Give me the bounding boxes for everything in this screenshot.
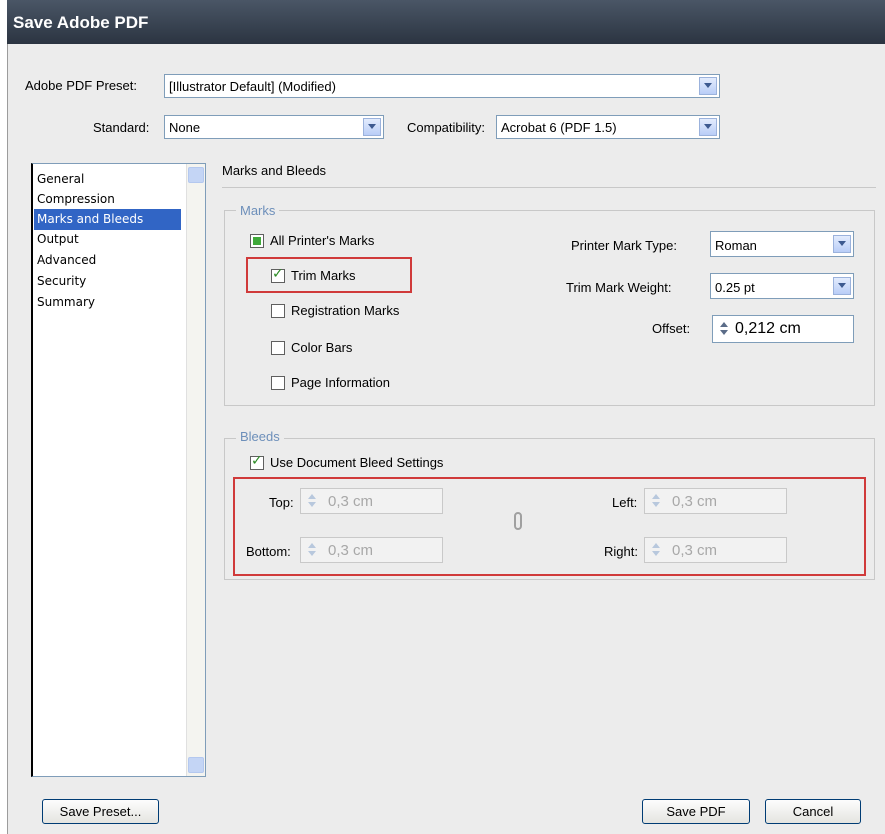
printer-mark-type-label: Printer Mark Type: xyxy=(571,238,677,253)
chevron-down-icon[interactable] xyxy=(833,277,851,295)
save-pdf-button[interactable]: Save PDF xyxy=(642,799,750,824)
color-bars-label: Color Bars xyxy=(291,340,353,355)
page-information-checkbox[interactable] xyxy=(271,376,285,390)
trim-marks-label: Trim Marks xyxy=(291,268,356,283)
sidebar-item-security[interactable]: Security xyxy=(34,271,181,292)
bleed-left-label: Left: xyxy=(612,495,638,510)
compatibility-dropdown[interactable]: Acrobat 6 (PDF 1.5) xyxy=(496,115,720,139)
sidebar-item-general[interactable]: General xyxy=(34,169,181,190)
bleed-top-value: 0,3 cm xyxy=(328,493,374,510)
spinner-icon[interactable] xyxy=(717,320,731,338)
chevron-down-icon[interactable] xyxy=(699,77,717,95)
registration-marks-checkbox[interactable] xyxy=(271,304,285,318)
spinner-icon[interactable] xyxy=(305,492,319,510)
bleed-right-label: Right: xyxy=(604,544,638,559)
offset-label: Offset: xyxy=(652,321,691,336)
preset-value: [Illustrator Default] (Modified) xyxy=(169,79,336,94)
bleed-top-label: Top: xyxy=(269,495,294,510)
marks-group-label: Marks xyxy=(236,203,280,218)
all-printers-marks-checkbox[interactable] xyxy=(250,234,264,248)
title-bar: Save Adobe PDF xyxy=(7,0,885,44)
panel-title-divider xyxy=(222,187,876,188)
sidebar-list[interactable]: General Compression Marks and Bleeds Out… xyxy=(31,163,206,777)
link-icon[interactable] xyxy=(514,512,522,530)
bleed-bottom-label: Bottom: xyxy=(246,544,291,559)
scroll-down-icon[interactable] xyxy=(188,757,204,773)
spinner-icon[interactable] xyxy=(649,492,663,510)
sidebar-item-summary[interactable]: Summary xyxy=(34,292,181,313)
bleed-right-field[interactable]: 0,3 cm xyxy=(644,537,787,563)
chevron-down-icon[interactable] xyxy=(833,235,851,253)
compatibility-value: Acrobat 6 (PDF 1.5) xyxy=(501,120,617,135)
window-title: Save Adobe PDF xyxy=(13,13,149,32)
spinner-icon[interactable] xyxy=(649,541,663,559)
spinner-icon[interactable] xyxy=(305,541,319,559)
panel-title: Marks and Bleeds xyxy=(222,163,327,178)
bleed-bottom-value: 0,3 cm xyxy=(328,542,374,559)
all-printers-marks-label: All Printer's Marks xyxy=(270,233,375,248)
printer-mark-type-dropdown[interactable]: Roman xyxy=(710,231,854,257)
bleed-right-value: 0,3 cm xyxy=(672,542,718,559)
registration-marks-label: Registration Marks xyxy=(291,303,400,318)
trim-mark-weight-dropdown[interactable]: 0.25 pt xyxy=(710,273,854,299)
bleed-left-field[interactable]: 0,3 cm xyxy=(644,488,787,514)
color-bars-checkbox[interactable] xyxy=(271,341,285,355)
sidebar-item-advanced[interactable]: Advanced xyxy=(34,250,181,271)
sidebar-item-output[interactable]: Output xyxy=(34,229,181,250)
trim-marks-checkbox[interactable] xyxy=(271,266,285,283)
offset-value: 0,212 cm xyxy=(735,320,801,337)
scroll-up-icon[interactable] xyxy=(188,167,204,183)
save-preset-button[interactable]: Save Preset... xyxy=(42,799,159,824)
use-document-bleed-label: Use Document Bleed Settings xyxy=(270,455,444,470)
cancel-button[interactable]: Cancel xyxy=(765,799,861,824)
page-information-label: Page Information xyxy=(291,375,391,390)
compatibility-label: Compatibility: xyxy=(407,120,486,135)
preset-label: Adobe PDF Preset: xyxy=(25,78,137,93)
bleeds-group-label: Bleeds xyxy=(236,429,284,444)
chevron-down-icon[interactable] xyxy=(363,118,381,136)
offset-field[interactable]: 0,212 cm xyxy=(712,315,854,343)
printer-mark-type-value: Roman xyxy=(715,238,757,253)
sidebar-scrollbar[interactable] xyxy=(186,164,205,776)
standard-label: Standard: xyxy=(93,120,150,135)
preset-dropdown[interactable]: [Illustrator Default] (Modified) xyxy=(164,74,720,98)
trim-mark-weight-label: Trim Mark Weight: xyxy=(566,280,672,295)
use-document-bleed-checkbox[interactable] xyxy=(250,453,264,470)
trim-mark-weight-value: 0.25 pt xyxy=(715,280,755,295)
standard-dropdown[interactable]: None xyxy=(164,115,384,139)
sidebar-item-compression[interactable]: Compression xyxy=(34,189,181,210)
chevron-down-icon[interactable] xyxy=(699,118,717,136)
bleed-left-value: 0,3 cm xyxy=(672,493,718,510)
bleed-bottom-field[interactable]: 0,3 cm xyxy=(300,537,443,563)
standard-value: None xyxy=(169,120,201,135)
bleed-top-field[interactable]: 0,3 cm xyxy=(300,488,443,514)
sidebar-item-marks-and-bleeds[interactable]: Marks and Bleeds xyxy=(34,209,181,230)
